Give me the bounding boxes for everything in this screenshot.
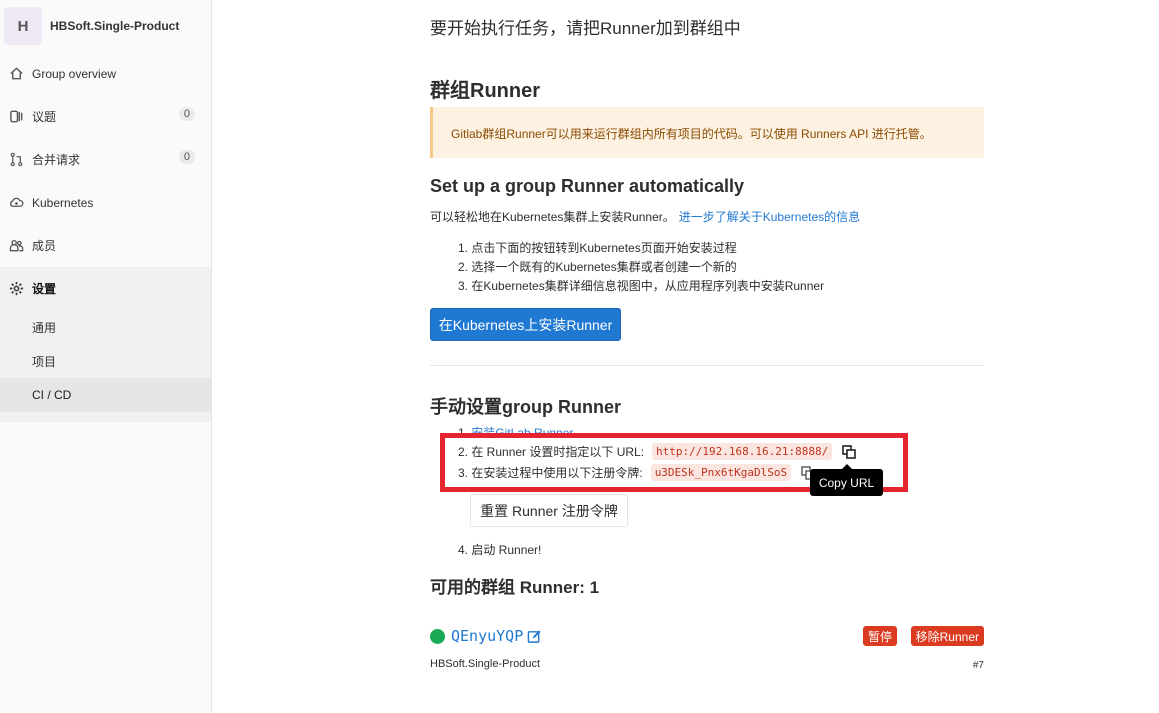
list-item: 2. 选择一个既有的Kubernetes集群或者创建一个新的 xyxy=(458,260,737,274)
sidebar-subitem-ci-cd[interactable]: CI / CD xyxy=(0,378,211,412)
pause-runner-button[interactable]: 暂停 xyxy=(862,626,897,646)
issues-count-badge: 0 xyxy=(178,107,195,121)
gear-icon xyxy=(8,281,24,297)
cloud-gear-icon xyxy=(8,195,24,211)
sidebar-subitem-general[interactable]: 通用 xyxy=(0,310,211,344)
runner-row: QEnyuYQP 暂停 移除Runner xyxy=(430,624,984,648)
sidebar-item-label: 成员 xyxy=(32,239,57,253)
sidebar-item-kubernetes[interactable]: Kubernetes xyxy=(0,181,211,224)
edit-icon[interactable] xyxy=(527,629,542,644)
sidebar-item-label: Group overview xyxy=(32,66,117,81)
users-icon xyxy=(8,238,24,254)
sidebar-item-members[interactable]: 成员 xyxy=(0,224,211,267)
runner-group-name: HBSoft.Single-Product xyxy=(430,658,541,670)
reset-token-button[interactable]: 重置 Runner 注册令牌 xyxy=(470,494,628,527)
copy-url-tooltip: Copy URL xyxy=(810,464,883,496)
sidebar-item-merge-requests[interactable]: 合并请求 0 xyxy=(0,138,211,181)
merge-requests-count-badge: 0 xyxy=(178,150,195,164)
group-avatar: H xyxy=(4,7,42,45)
auto-setup-title: Set up a group Runner automatically xyxy=(430,176,745,196)
runner-id-link[interactable]: QEnyuYQP xyxy=(451,627,523,645)
available-runners-title: 可用的群组 Runner: 1 xyxy=(430,578,600,597)
runner-number: #7 xyxy=(972,660,984,671)
kubernetes-info-link[interactable]: 进一步了解关于Kubernetes的信息 xyxy=(679,210,860,224)
section-divider xyxy=(430,365,984,366)
sidebar-item-issues[interactable]: 议题 0 xyxy=(0,95,211,138)
group-runner-title: 群组Runner xyxy=(430,80,540,102)
sidebar-item-settings[interactable]: 设置 xyxy=(0,267,211,310)
install-on-kubernetes-button[interactable]: 在Kubernetes上安装Runner xyxy=(430,308,621,341)
sidebar-subitem-projects[interactable]: 项目 xyxy=(0,344,211,378)
list-item: 3. 在Kubernetes集群详细信息视图中，从应用程序列表中安装Runner xyxy=(458,279,825,293)
group-name: HBSoft.Single-Product xyxy=(50,19,180,33)
remove-runner-button[interactable]: 移除Runner xyxy=(910,626,984,646)
auto-setup-text: 可以轻松地在Kubernetes集群上安装Runner。 xyxy=(430,210,675,224)
issues-icon xyxy=(8,109,24,125)
intro-text: 要开始执行任务，请把Runner加到群组中 xyxy=(430,19,741,38)
settings-section: 设置 通用 项目 CI / CD xyxy=(0,267,211,422)
group-runner-notice: Gitlab群组Runner可以用来运行群组内所有项目的代码。可以使用 Runn… xyxy=(430,107,984,158)
list-item: 1. 点击下面的按钮转到Kubernetes页面开始安装过程 xyxy=(458,241,737,255)
sidebar-item-label: 合并请求 xyxy=(32,153,81,167)
auto-setup-description: 可以轻松地在Kubernetes集群上安装Runner。 进一步了解关于Kuber… xyxy=(430,208,860,225)
manual-step-4: 4. 启动 Runner! xyxy=(458,543,542,557)
sidebar-item-label: 议题 xyxy=(32,110,57,124)
sidebar-item-group-overview[interactable]: Group overview xyxy=(0,52,211,95)
auto-setup-steps: 1. 点击下面的按钮转到Kubernetes页面开始安装过程 2. 选择一个既有… xyxy=(458,239,824,296)
runner-status-dot xyxy=(430,628,445,644)
home-icon xyxy=(8,66,24,82)
sidebar-item-label: 设置 xyxy=(32,282,57,296)
sidebar-item-label: Kubernetes xyxy=(32,195,94,210)
manual-setup-title: 手动设置group Runner xyxy=(430,397,621,417)
merge-request-icon xyxy=(8,152,24,168)
sidebar: H HBSoft.Single-Product Group overview 议… xyxy=(0,0,212,713)
group-header[interactable]: H HBSoft.Single-Product xyxy=(0,0,211,52)
